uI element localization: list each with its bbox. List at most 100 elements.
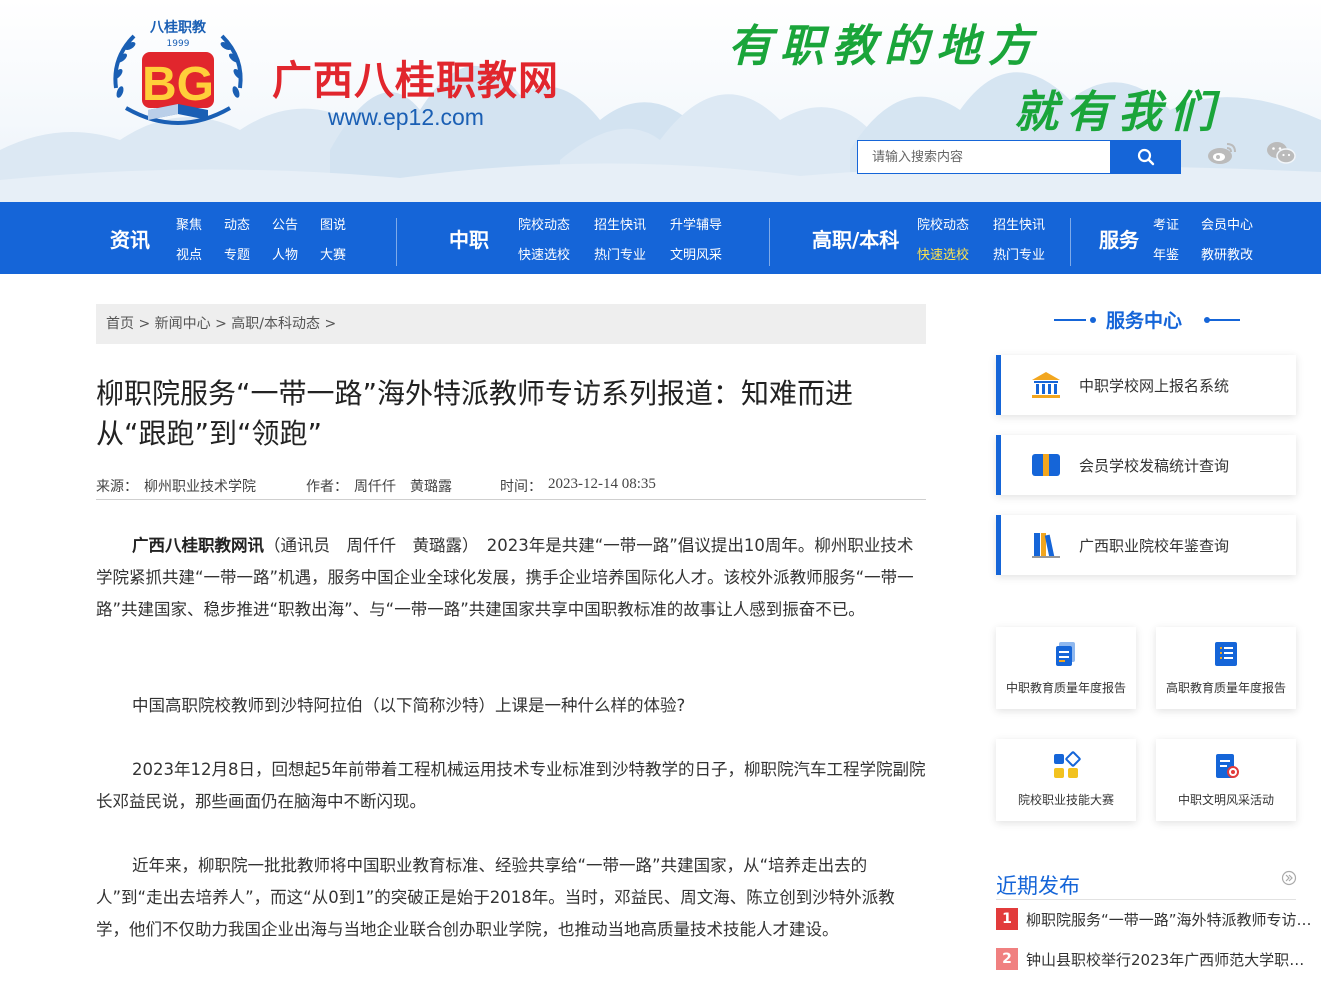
tile-label: 高职教育质量年度报告: [1165, 681, 1286, 695]
search-input[interactable]: [857, 140, 1111, 174]
article-time: 2023-12-14 08:35: [548, 476, 656, 492]
tile-label: 院校职业技能大赛: [1017, 793, 1114, 807]
books-icon: [1032, 533, 1060, 558]
svg-text:BG: BG: [142, 58, 214, 111]
service-center-title: 服务中心: [1106, 310, 1183, 332]
nav-link-admissions[interactable]: 招生快讯: [594, 214, 646, 233]
article-paragraph: 近年来，柳职院一批批教师将中国职业教育标准、经验共享给“一带一路”共建国家，从“…: [96, 856, 895, 939]
recent-post-item[interactable]: 2 钟山县职校举行2023年广西师范大学职业技术师范学院教育实习总结会: [996, 947, 1314, 973]
recent-post-rank: 1: [996, 908, 1018, 930]
search-icon: [1137, 148, 1154, 166]
service-card-label: 会员学校发稿统计查询: [1079, 457, 1230, 475]
breadcrumb-higher-dynamics[interactable]: 高职/本科动态: [231, 316, 320, 332]
nav-heading-services[interactable]: 服务: [1099, 224, 1139, 253]
article-paragraph-lead: 广西八桂职教网讯（通讯员 周仟仟 黄璐露） 2023年是共建“一带一路”倡议提出…: [96, 530, 926, 626]
site-url: www.ep12.com: [328, 104, 484, 130]
nav-link-higher-hot-majors[interactable]: 热门专业: [993, 244, 1045, 263]
article-source: 柳州职业技术学院: [144, 479, 256, 495]
nav-link-certification[interactable]: 考证: [1153, 214, 1179, 233]
service-card-label: 广西职业院校年鉴查询: [1079, 537, 1230, 555]
slogan-line-1: 有职教的地方: [728, 21, 1040, 72]
nav-link-member-center[interactable]: 会员中心: [1201, 214, 1253, 233]
tile-secondary-quality-report[interactable]: 中职教育质量年度报告: [996, 627, 1136, 709]
nav-link-higher-admissions[interactable]: 招生快讯: [993, 214, 1045, 233]
nav-divider: [769, 218, 770, 266]
nav-link-hot-majors[interactable]: 热门专业: [594, 244, 646, 263]
lead-source-tag: 广西八桂职教网讯: [132, 536, 264, 555]
breadcrumb-home[interactable]: 首页: [106, 316, 134, 332]
heading-line: [1054, 319, 1086, 321]
weibo-icon[interactable]: [1207, 140, 1237, 166]
breadcrumb-news-center[interactable]: 新闻中心: [155, 316, 211, 332]
nav-link-topics[interactable]: 专题: [224, 244, 250, 263]
nav-link-school-news[interactable]: 院校动态: [518, 214, 570, 233]
heading-dot: [1090, 317, 1096, 323]
recent-post-rank: 2: [996, 948, 1018, 970]
service-center-heading: 服务中心: [1050, 306, 1240, 336]
service-card-yearbook-query[interactable]: 广西职业院校年鉴查询: [996, 515, 1296, 575]
search-box: [857, 140, 1181, 174]
award-document-icon: [1216, 754, 1239, 778]
nav-link-higher-school-news[interactable]: 院校动态: [917, 214, 969, 233]
report-icon: [1056, 642, 1075, 666]
nav-heading-higher-vocational[interactable]: 高职/本科: [812, 224, 899, 253]
nav-link-dynamics[interactable]: 动态: [224, 214, 250, 233]
site-logo-emblem[interactable]: BG 八桂职教 1999: [104, 8, 252, 148]
recent-post-title: 钟山县职校举行2023年广西师范大学职业技术师范学院教育实习总结会: [1026, 951, 1314, 969]
article-meta: 来源： 柳州职业技术学院 作者： 周仟仟 黄璐露 时间： 2023-12-14 …: [96, 476, 926, 500]
author-label: 作者：: [306, 479, 348, 495]
breadcrumb-separator: >: [138, 316, 151, 332]
article-author: 周仟仟 黄璐露: [354, 479, 452, 495]
tile-civilization-activity[interactable]: 中职文明风采活动: [1156, 739, 1296, 821]
apps-icon: [1054, 751, 1081, 778]
tile-label: 中职文明风采活动: [1177, 793, 1274, 807]
main-navigation: 资讯 聚焦 动态 公告 图说 视点 专题 人物 大赛 中职 院校动态 招生快讯 …: [0, 202, 1321, 274]
nav-link-focus[interactable]: 聚焦: [176, 214, 202, 233]
svg-text:八桂职教: 八桂职教: [149, 19, 207, 36]
service-card-online-registration[interactable]: 中职学校网上报名系统: [996, 355, 1296, 415]
more-arrow-icon[interactable]: [1281, 870, 1297, 886]
nav-link-notices[interactable]: 公告: [272, 214, 298, 233]
statistics-icon: [1032, 454, 1060, 476]
search-button[interactable]: [1110, 140, 1181, 174]
breadcrumb-separator: >: [215, 316, 227, 332]
site-header: BG 八桂职教 1999 广西八桂职教网 www.ep12.com 有职教的地方…: [0, 0, 1321, 202]
slogan-line-2: 就有我们: [1014, 87, 1222, 138]
service-card-label: 中职学校网上报名系统: [1079, 377, 1230, 395]
nav-divider: [396, 218, 397, 266]
recent-post-item[interactable]: 1 柳职院服务“一带一路”海外特派教师专访系列报道：知难而进 从“跟跑”到“领跑…: [996, 907, 1314, 933]
nav-heading-secondary-vocational[interactable]: 中职: [449, 224, 489, 253]
breadcrumb: 首页 > 新闻中心 > 高职/本科动态 >: [96, 304, 926, 344]
school-building-icon: [1032, 372, 1060, 398]
recent-posts-divider: [996, 899, 1296, 900]
nav-link-photos[interactable]: 图说: [320, 214, 346, 233]
service-card-article-statistics[interactable]: 会员学校发稿统计查询: [996, 435, 1296, 495]
tile-skills-competition[interactable]: 院校职业技能大赛: [996, 739, 1136, 821]
nav-link-quick-select[interactable]: 快速选校: [518, 244, 570, 263]
article-paragraph: 中国高职院校教师到沙特阿拉伯（以下简称沙特）上课是一种什么样的体验?: [132, 696, 686, 715]
article-title: 柳职院服务“一带一路”海外特派教师专访系列报道：知难而进 从“跟跑”到“领跑”: [96, 377, 854, 450]
nav-heading-news[interactable]: 资讯: [110, 224, 150, 253]
nav-link-contests[interactable]: 大赛: [320, 244, 346, 263]
nav-link-higher-quick-select[interactable]: 快速选校: [917, 244, 969, 263]
svg-text:1999: 1999: [167, 39, 190, 49]
nav-link-views[interactable]: 视点: [176, 244, 202, 263]
list-report-icon: [1215, 642, 1237, 666]
heading-line: [1208, 319, 1240, 321]
tile-higher-quality-report[interactable]: 高职教育质量年度报告: [1156, 627, 1296, 709]
nav-divider: [1070, 218, 1071, 266]
nav-link-further-study[interactable]: 升学辅导: [670, 214, 722, 233]
tile-label: 中职教育质量年度报告: [1005, 681, 1126, 695]
nav-link-teaching-research[interactable]: 教研教改: [1201, 244, 1253, 263]
time-label: 时间：: [500, 479, 542, 495]
wechat-icon[interactable]: [1266, 140, 1296, 166]
recent-posts-title: 近期发布: [996, 874, 1080, 898]
site-name[interactable]: 广西八桂职教网: [272, 48, 559, 106]
nav-link-civilization[interactable]: 文明风采: [670, 244, 722, 263]
breadcrumb-separator: >: [324, 316, 337, 332]
nav-link-yearbook[interactable]: 年鉴: [1153, 244, 1179, 263]
article-paragraph: 2023年12月8日，回想起5年前带着工程机械运用技术专业标准到沙特教学的日子，…: [96, 760, 926, 811]
source-label: 来源：: [96, 479, 138, 495]
recent-post-title: 柳职院服务“一带一路”海外特派教师专访系列报道：知难而进 从“跟跑”到“领跑”: [1026, 911, 1314, 929]
nav-link-people[interactable]: 人物: [272, 244, 298, 263]
